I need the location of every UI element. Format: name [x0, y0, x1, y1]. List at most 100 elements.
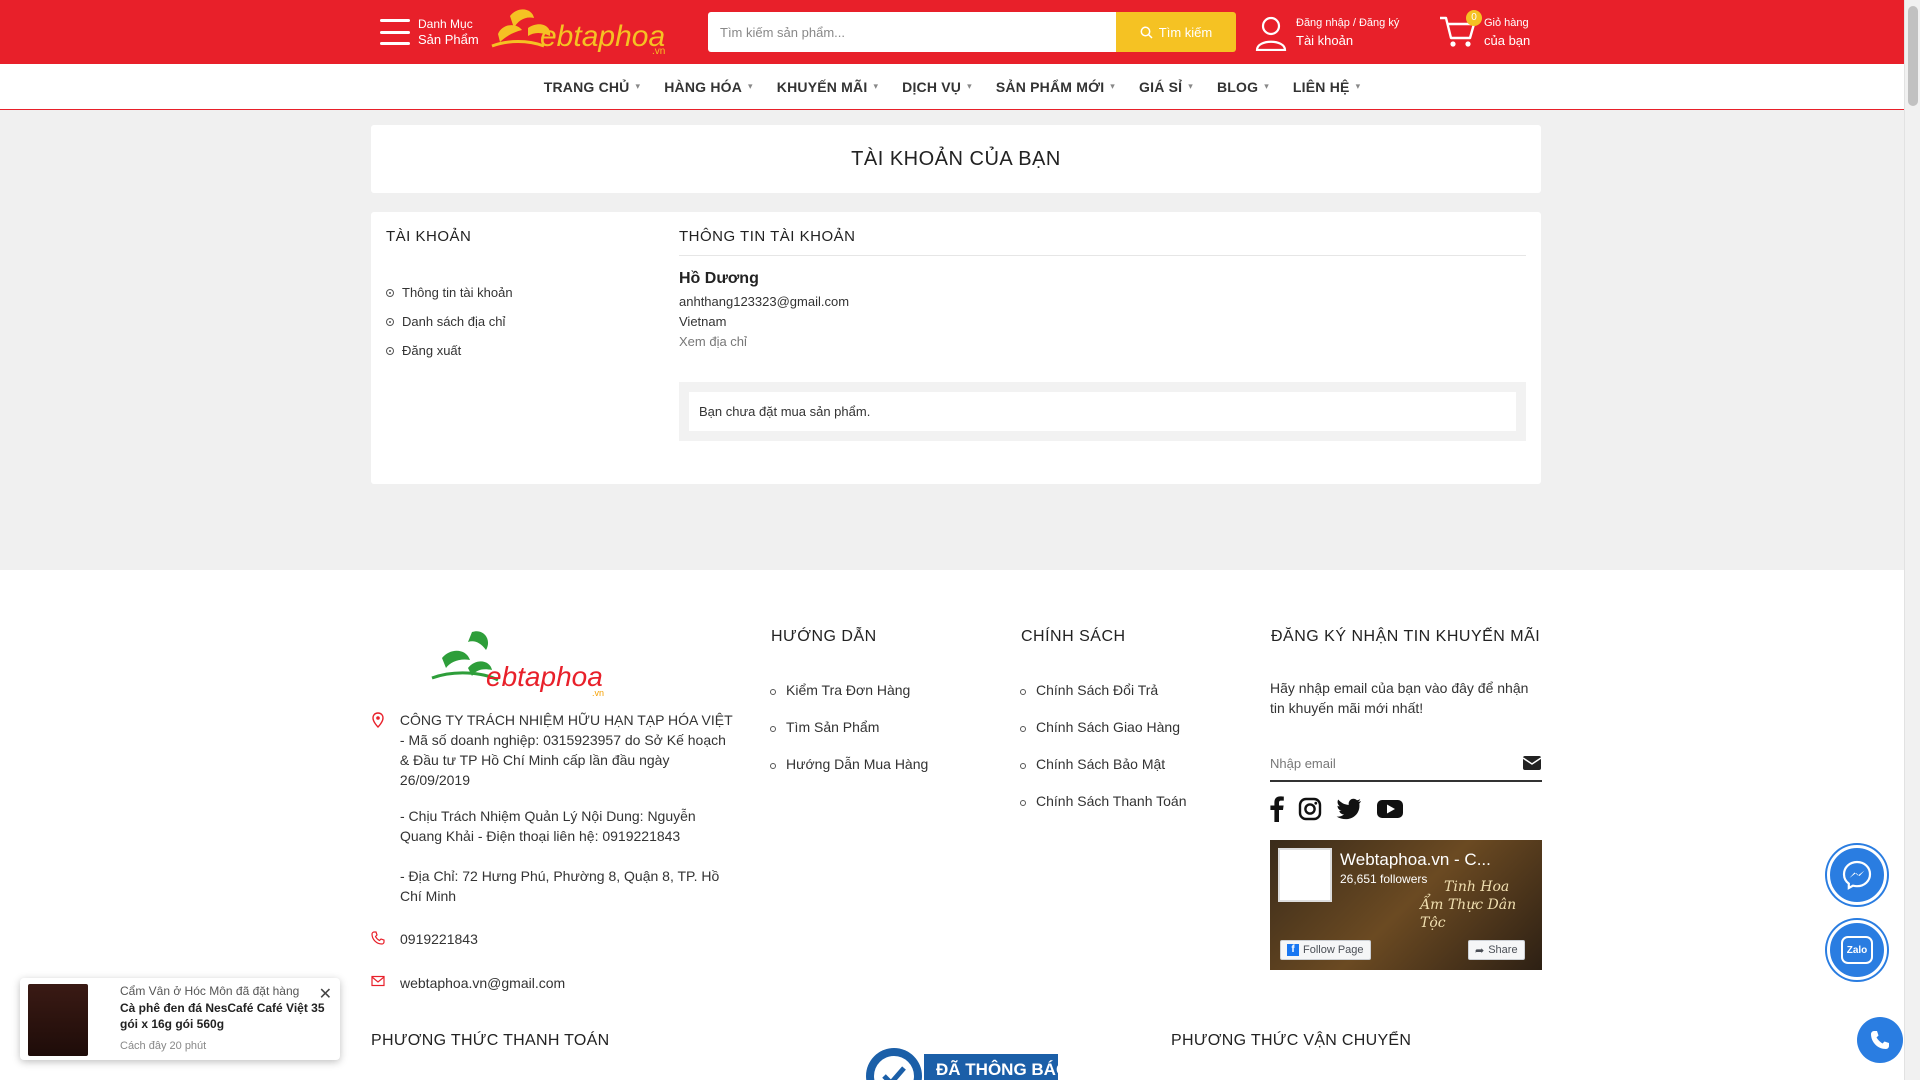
scrollbar[interactable] — [1904, 0, 1920, 1080]
fb-follow-label: Follow Page — [1303, 944, 1364, 956]
menu-line1: Danh Mục — [418, 17, 473, 31]
chevron-down-icon: ▾ — [635, 81, 641, 91]
nav-label: SẢN PHẨM MỚI — [995, 78, 1105, 95]
nav-item-new-products[interactable]: SẢN PHẨM MỚI ▾ — [996, 79, 1115, 95]
sidebar-item-logout[interactable]: Đăng xuất — [386, 336, 513, 365]
guide-item-how-to-buy[interactable]: Hướng Dẫn Mua Hàng — [770, 756, 928, 793]
footer-manager: - Chịu Trách Nhiệm Quản Lý Nội Dung: Ngu… — [400, 808, 696, 844]
nav-item-services[interactable]: DỊCH VỤ ▾ — [902, 79, 972, 95]
guide-item-label: Hướng Dẫn Mua Hàng — [786, 756, 929, 772]
footer-email-row[interactable]: webtaphoa.vn@gmail.com — [370, 973, 565, 993]
search-bar: Tìm kiếm — [708, 12, 1236, 52]
messenger-button[interactable] — [1827, 845, 1887, 905]
bullet-icon — [386, 317, 394, 326]
footer-logo-text: ebtaphoa — [486, 661, 603, 692]
fb-share-button[interactable]: ➦ Share — [1468, 940, 1525, 960]
account-panel: TÀI KHOẢN Thông tin tài khoản Danh sách … — [371, 212, 1541, 484]
sidebar-item-addresses[interactable]: Danh sách địa chỉ — [386, 307, 513, 336]
guide-list: Kiểm Tra Đơn Hàng Tìm Sản Phẩm Hướng Dẫn… — [770, 682, 928, 793]
cart-label: Giỏ hàng của bạn — [1484, 14, 1530, 51]
sidebar-item-label: Danh sách địa chỉ — [402, 314, 506, 329]
footer-manager-row: - Chịu Trách Nhiệm Quản Lý Nội Dung: Ngu… — [370, 806, 734, 846]
zalo-icon: Zalo — [1841, 936, 1873, 964]
account-info-title: THÔNG TIN TÀI KHOẢN — [679, 228, 1526, 256]
logo-text: ebtaphoa — [540, 20, 665, 53]
bullet-icon — [386, 288, 394, 297]
zalo-button[interactable]: Zalo — [1827, 920, 1887, 980]
footer-address: - Địa Chỉ: 72 Hưng Phú, Phường 8, Quận 8… — [400, 868, 720, 904]
category-menu-button[interactable]: Danh Mục Sản Phẩm — [380, 16, 479, 48]
subscribe-description: Hãy nhập email của bạn vào đây để nhận t… — [1270, 680, 1529, 716]
phone-icon — [1871, 1031, 1889, 1049]
nav-item-blog[interactable]: BLOG ▾ — [1217, 79, 1269, 95]
policy-item-label: Chính Sách Thanh Toán — [1036, 793, 1187, 809]
footer-logo-suffix: .vn — [592, 688, 604, 698]
facebook-page-widget[interactable]: Webtaphoa.vn - C... 26,651 followers Tin… — [1270, 840, 1542, 970]
footer-company: CÔNG TY TRÁCH NHIỆM HỮU HẠN TẠP HÓA VIỆT… — [399, 712, 733, 788]
footer-email: webtaphoa.vn@gmail.com — [400, 975, 566, 991]
phone-icon — [370, 929, 386, 949]
cart-link[interactable]: 0 Giỏ hàng của bạn — [1438, 10, 1530, 52]
call-button[interactable] — [1857, 1017, 1903, 1063]
nav-item-promotions[interactable]: KHUYẾN MÃI ▾ — [777, 79, 878, 95]
guide-title: HƯỚNG DẪN — [771, 628, 877, 645]
policy-item-payment[interactable]: Chính Sách Thanh Toán — [1020, 793, 1187, 830]
search-input[interactable] — [708, 12, 1116, 52]
account-line2: Tài khoản — [1296, 33, 1354, 48]
orders-empty-message: Bạn chưa đặt mua sản phẩm. — [689, 392, 1516, 431]
shipping-methods-title: PHƯƠNG THỨC VẬN CHUYỂN — [1171, 1032, 1412, 1049]
facebook-icon[interactable] — [1270, 796, 1284, 822]
policy-item-shipping[interactable]: Chính Sách Giao Hàng — [1020, 719, 1187, 756]
fb-share-label: Share — [1488, 944, 1518, 956]
nav-label: DỊCH VỤ — [902, 78, 962, 95]
scrollbar-thumb[interactable] — [1908, 6, 1918, 106]
search-button[interactable]: Tìm kiếm — [1116, 12, 1236, 52]
search-icon — [1140, 26, 1153, 39]
policy-item-returns[interactable]: Chính Sách Đổi Trả — [1020, 682, 1187, 719]
government-notice-badge[interactable]: ĐÃ THÔNG BÁO — [864, 1046, 1058, 1080]
guide-item-find-product[interactable]: Tìm Sản Phẩm — [770, 719, 928, 756]
account-label: Đăng nhập / Đăng ký Tài khoản — [1296, 14, 1399, 51]
footer-phone-row[interactable]: 0919221843 — [370, 929, 478, 949]
chevron-down-icon: ▾ — [1188, 81, 1193, 91]
close-icon[interactable]: ✕ — [319, 984, 332, 1004]
site-logo[interactable]: ebtaphoa .vn — [488, 6, 690, 58]
view-address-link[interactable]: Xem địa chỉ — [679, 332, 1526, 352]
subscribe-email-input[interactable] — [1270, 755, 1490, 771]
youtube-icon[interactable] — [1376, 799, 1404, 819]
policy-item-label: Chính Sách Giao Hàng — [1036, 719, 1180, 735]
account-link[interactable]: Đăng nhập / Đăng ký Tài khoản — [1254, 14, 1399, 51]
nav-item-wholesale[interactable]: GIÁ SỈ ▾ — [1139, 79, 1193, 95]
fb-follow-button[interactable]: f Follow Page — [1280, 940, 1371, 960]
send-mail-icon[interactable] — [1522, 755, 1542, 771]
page-title: TÀI KHOẢN CỦA BẠN — [851, 147, 1061, 170]
cart-count-badge: 0 — [1466, 10, 1482, 26]
account-info: THÔNG TIN TÀI KHOẢN Hồ Dương anhthang123… — [679, 228, 1526, 441]
product-thumbnail — [28, 984, 88, 1056]
cart-line1: Giỏ hàng — [1484, 16, 1529, 29]
chevron-down-icon: ▾ — [873, 81, 879, 91]
nav-item-contact[interactable]: LIÊN HỆ ▾ — [1293, 79, 1360, 95]
policy-item-privacy[interactable]: Chính Sách Bảo Mật — [1020, 756, 1187, 793]
nav-label: GIÁ SỈ — [1139, 78, 1183, 95]
chevron-down-icon: ▾ — [1110, 81, 1116, 91]
recent-order-notification[interactable]: Cẩm Vân ở Hóc Môn đã đặt hàng Cà phê đen… — [20, 978, 340, 1060]
social-links — [1270, 796, 1404, 822]
instagram-icon[interactable] — [1298, 797, 1322, 821]
messenger-icon — [1842, 860, 1872, 890]
nav-label: HÀNG HÓA — [664, 78, 743, 95]
footer-logo[interactable]: ebtaphoa .vn — [428, 628, 614, 704]
twitter-icon[interactable] — [1336, 798, 1362, 820]
guide-item-check-order[interactable]: Kiểm Tra Đơn Hàng — [770, 682, 928, 719]
nav-item-home[interactable]: TRANG CHỦ ▾ — [544, 79, 641, 95]
category-menu-label: Danh Mục Sản Phẩm — [418, 16, 479, 48]
fb-page-followers: 26,651 followers — [1340, 872, 1428, 886]
sidebar-menu: Thông tin tài khoản Danh sách địa chỉ Đă… — [386, 278, 513, 365]
nav-item-products[interactable]: HÀNG HÓA ▾ — [664, 79, 753, 95]
sidebar-item-account-info[interactable]: Thông tin tài khoản — [386, 278, 513, 307]
chevron-down-icon: ▾ — [1264, 81, 1269, 91]
notice-badge-text: ĐÃ THÔNG BÁO — [936, 1059, 1058, 1079]
chevron-down-icon: ▾ — [967, 81, 972, 91]
nav-label: LIÊN HỆ — [1292, 78, 1350, 95]
account-line1: Đăng nhập / Đăng ký — [1296, 17, 1400, 29]
